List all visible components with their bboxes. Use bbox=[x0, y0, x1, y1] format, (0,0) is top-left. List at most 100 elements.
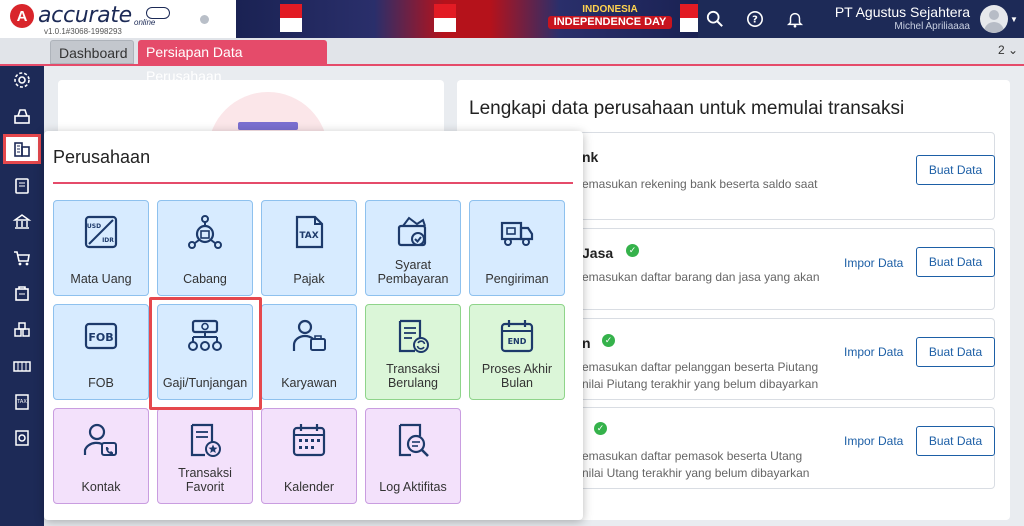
logo-text: accurate bbox=[38, 3, 132, 28]
settings-icon bbox=[14, 72, 30, 88]
flag-icon bbox=[680, 4, 698, 32]
flag-icon bbox=[280, 4, 302, 32]
branch-icon bbox=[188, 215, 222, 249]
create-data-button[interactable]: Buat Data bbox=[916, 247, 995, 277]
tile-pengiriman[interactable]: Pengiriman bbox=[469, 200, 565, 296]
page-title: Lengkapi data perusahaan untuk memulai t… bbox=[469, 98, 905, 119]
cart-icon bbox=[14, 251, 30, 266]
flag-icon bbox=[434, 4, 456, 32]
create-data-button[interactable]: Buat Data bbox=[916, 426, 995, 456]
company-icon bbox=[14, 142, 30, 157]
tile-label: FOB bbox=[88, 376, 114, 390]
tax-icon: TAX bbox=[295, 215, 324, 249]
sidebar-item-bank[interactable] bbox=[6, 208, 38, 236]
sidebar-item-settings[interactable] bbox=[6, 66, 38, 94]
svg-text:USD: USD bbox=[87, 223, 101, 230]
tile-kontak[interactable]: Kontak bbox=[53, 408, 149, 504]
popup-divider bbox=[53, 182, 573, 184]
tile-kalender[interactable]: Kalender bbox=[261, 408, 357, 504]
activity-log-icon bbox=[398, 423, 429, 457]
payment-terms-icon bbox=[397, 216, 427, 247]
tile-transaksi-berulang[interactable]: Transaksi Berulang bbox=[365, 304, 461, 400]
company-menu-popup: Perusahaan USD IDR Mata Uang Cabang TAX P… bbox=[44, 131, 583, 520]
tile-fob[interactable]: FOB FOB bbox=[53, 304, 149, 400]
create-data-button[interactable]: Buat Data bbox=[916, 155, 995, 185]
create-data-button[interactable]: Buat Data bbox=[916, 337, 995, 367]
svg-text:?: ? bbox=[752, 15, 758, 26]
sidebar-item-report[interactable] bbox=[6, 424, 38, 452]
warehouse-icon bbox=[13, 361, 31, 372]
tile-proses-akhir-bulan[interactable]: END Proses Akhir Bulan bbox=[469, 304, 565, 400]
tile-label: Karyawan bbox=[281, 376, 337, 390]
row-description: emasukan daftar pelanggan beserta Piutan… bbox=[582, 360, 819, 391]
svg-text:TAX: TAX bbox=[16, 399, 27, 405]
contact-icon bbox=[83, 423, 117, 456]
favorite-icon bbox=[190, 423, 221, 457]
status-dot-icon bbox=[200, 15, 209, 24]
sidebar-item-sales[interactable] bbox=[6, 280, 38, 308]
tile-label: Pajak bbox=[293, 272, 325, 286]
tile-syarat-pembayaran[interactable]: Syarat Pembayaran bbox=[365, 200, 461, 296]
truck-icon bbox=[500, 221, 534, 246]
svg-text:IDR: IDR bbox=[102, 237, 114, 244]
tile-label: Log Aktifitas bbox=[379, 480, 447, 494]
bell-icon[interactable] bbox=[785, 9, 805, 29]
cash-register-icon bbox=[14, 109, 30, 124]
tile-cabang[interactable]: Cabang bbox=[157, 200, 253, 296]
tab-dashboard[interactable]: Dashboard bbox=[50, 40, 134, 64]
version-label: v1.0.1#3068-1998293 bbox=[44, 27, 122, 36]
ledger-icon bbox=[15, 178, 29, 194]
sidebar-item-company[interactable] bbox=[3, 134, 41, 164]
sidebar-item-warehouse[interactable] bbox=[6, 352, 38, 380]
tile-mata-uang[interactable]: USD IDR Mata Uang bbox=[53, 200, 149, 296]
tab-strip: Dashboard Persiapan Data Perusahaan 2 ⌄ bbox=[0, 38, 1024, 84]
currency-icon: USDIDR bbox=[84, 215, 118, 249]
popup-title: Perusahaan bbox=[53, 147, 151, 167]
logo-subtext: online bbox=[134, 18, 156, 27]
tile-pajak[interactable]: TAX Pajak bbox=[261, 200, 357, 296]
tile-label: Syarat Pembayaran bbox=[377, 258, 449, 286]
tab-count-dropdown[interactable]: 2 ⌄ bbox=[998, 43, 1018, 57]
tile-label: Kontak bbox=[81, 480, 121, 494]
bank-icon bbox=[12, 214, 32, 229]
sidebar-item-inventory[interactable] bbox=[6, 316, 38, 344]
highlight-frame bbox=[149, 297, 262, 410]
svg-text:FOB: FOB bbox=[88, 331, 113, 344]
row-description: emasukan daftar barang dan jasa yang aka… bbox=[582, 270, 820, 284]
tab-persiapan-data[interactable]: Persiapan Data Perusahaan bbox=[138, 40, 327, 84]
company-info[interactable]: PT Agustus Sejahtera Michel Apriliaaaa bbox=[826, 4, 970, 33]
logo-mark-icon: A bbox=[10, 4, 34, 28]
avatar[interactable] bbox=[980, 5, 1008, 33]
help-icon[interactable]: ? bbox=[745, 9, 765, 29]
top-bar: A accurate online v1.0.1#3068-1998293 IN… bbox=[0, 0, 1024, 38]
tile-transaksi-favorit[interactable]: Transaksi Favorit bbox=[157, 408, 253, 504]
sidebar-item-cash-register[interactable] bbox=[6, 102, 38, 130]
import-data-link[interactable]: Impor Data bbox=[844, 256, 903, 270]
row-title: nk bbox=[582, 149, 599, 165]
tile-label: Mata Uang bbox=[70, 272, 132, 286]
app-logo[interactable]: A accurate bbox=[10, 4, 132, 28]
sidebar-item-ledger[interactable] bbox=[6, 172, 38, 200]
check-icon: ✓ bbox=[602, 334, 615, 347]
user-name: Michel Apriliaaaa bbox=[894, 21, 970, 32]
chevron-down-icon[interactable]: ▼ bbox=[1010, 15, 1018, 24]
sidebar-item-purchase[interactable] bbox=[6, 244, 38, 272]
tile-label: Kalender bbox=[283, 480, 335, 494]
import-data-link[interactable]: Impor Data bbox=[844, 434, 903, 448]
tile-karyawan[interactable]: Karyawan bbox=[261, 304, 357, 400]
search-icon[interactable] bbox=[705, 9, 725, 29]
import-data-link[interactable]: Impor Data bbox=[844, 345, 903, 359]
row-description: emasukan daftar pemasok beserta Utang nil… bbox=[582, 449, 810, 480]
check-icon: ✓ bbox=[626, 244, 639, 257]
tile-log-aktifitas[interactable]: Log Aktifitas bbox=[365, 408, 461, 504]
row-title: Jasa bbox=[582, 245, 614, 261]
recurring-icon bbox=[398, 319, 429, 353]
sales-icon bbox=[15, 286, 29, 301]
sidebar-item-tax[interactable]: TAX bbox=[6, 388, 38, 416]
row-description: emasukan rekening bank beserta saldo saa… bbox=[582, 177, 818, 191]
banner-title: INDONESIA INDEPENDENCE DAY bbox=[548, 3, 672, 29]
row-title: n bbox=[582, 335, 591, 351]
report-icon bbox=[15, 430, 29, 446]
tile-label: Proses Akhir Bulan bbox=[481, 362, 553, 390]
tile-label: Pengiriman bbox=[485, 272, 549, 286]
